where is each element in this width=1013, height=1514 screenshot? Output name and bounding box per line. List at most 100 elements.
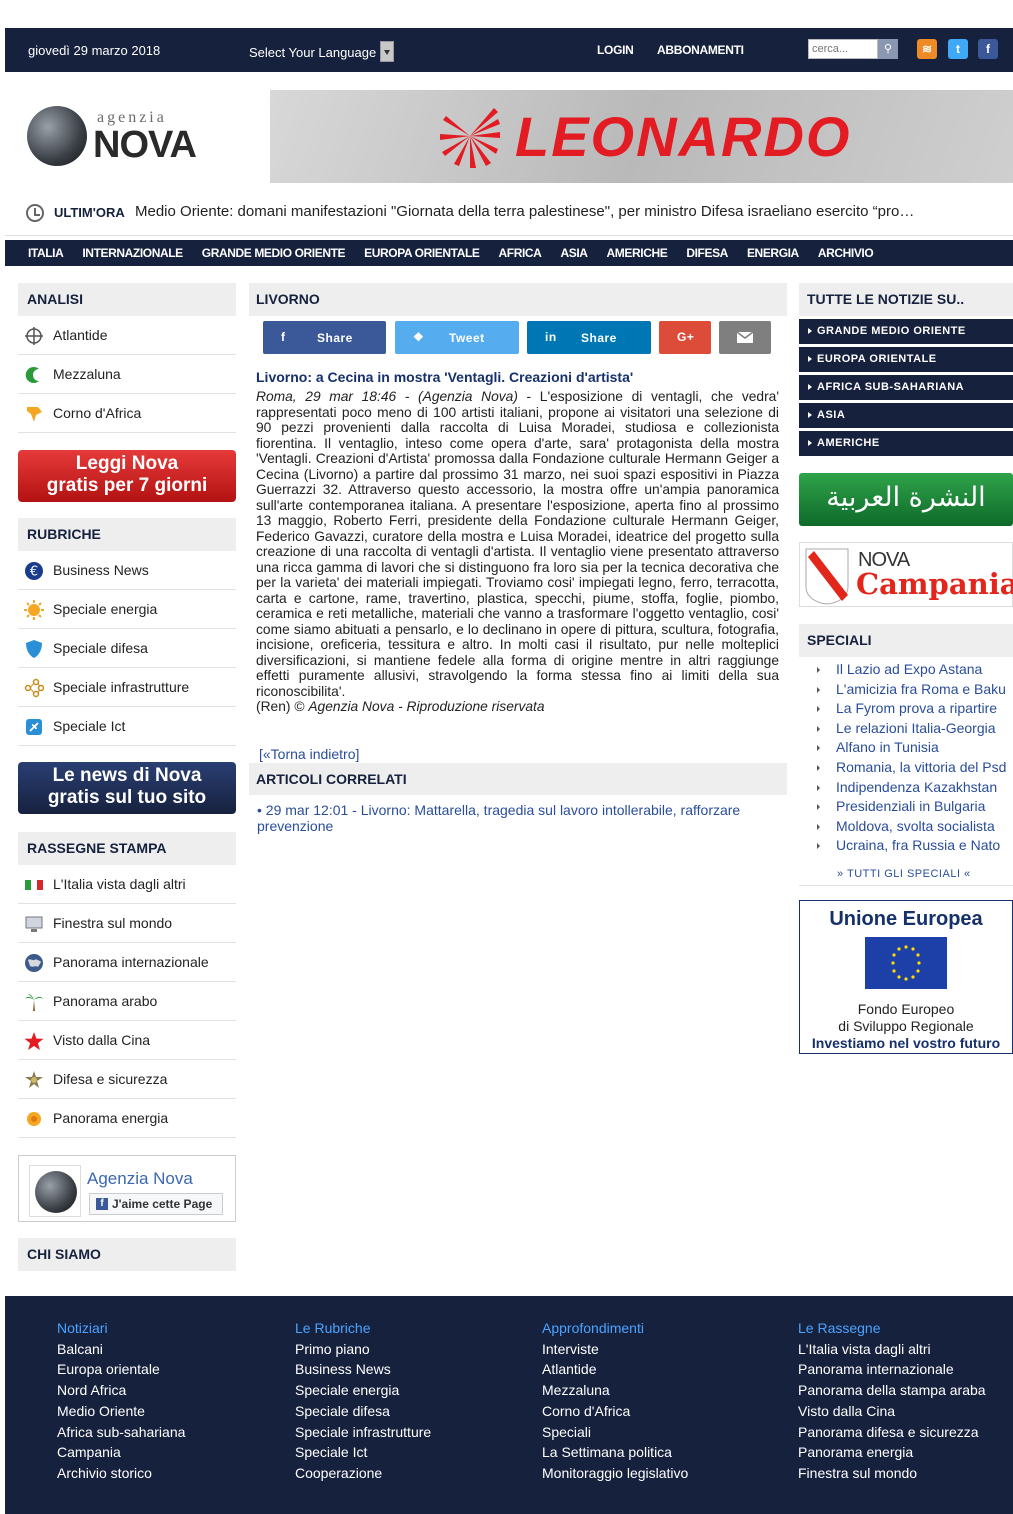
sidebar-item-corno-africa[interactable]: Corno d'Africa [18, 394, 236, 433]
eu-fund-banner[interactable]: Unione Europea Fondo Europeo di Sviluppo… [799, 900, 1013, 1054]
footer-column-title[interactable]: Notiziari [57, 1318, 185, 1339]
twitter-icon[interactable]: t [948, 39, 968, 59]
footer-link[interactable]: Panorama difesa e sicurezza [798, 1422, 986, 1443]
footer-link[interactable]: Campania [57, 1442, 185, 1463]
ticker-headline[interactable]: Medio Oriente: domani manifestazioni "Gi… [135, 203, 995, 220]
nav-item-internazionale[interactable]: INTERNAZIONALE [82, 240, 183, 266]
footer-link[interactable]: Interviste [542, 1339, 688, 1360]
footer-link[interactable]: Atlantide [542, 1359, 688, 1380]
sidebar-item-speciale-infrastrutture[interactable]: Speciale infrastrutture [18, 668, 236, 707]
related-article-link[interactable]: • 29 mar 12:01 - Livorno: Mattarella, tr… [257, 802, 779, 834]
nav-item-italia[interactable]: ITALIA [28, 240, 64, 266]
sidebar-item-panorama-arabo[interactable]: Panorama arabo [18, 982, 236, 1021]
sidebar-item-speciale-ict[interactable]: Speciale Ict [18, 707, 236, 746]
footer-link[interactable]: Panorama della stampa araba [798, 1380, 986, 1401]
speciale-link[interactable]: Il Lazio ad Expo Astana [799, 660, 1013, 680]
globe-logo-icon[interactable] [27, 106, 87, 166]
rss-icon[interactable]: ≋ [917, 39, 937, 59]
speciale-link[interactable]: Indipendenza Kazakhstan [799, 778, 1013, 798]
footer-link[interactable]: Medio Oriente [57, 1401, 185, 1422]
login-link[interactable]: LOGIN [597, 43, 634, 57]
language-selector-label[interactable]: Select Your Language [249, 45, 376, 60]
speciale-link[interactable]: Alfano in Tunisia [799, 738, 1013, 758]
facebook-icon[interactable]: f [978, 39, 998, 59]
footer-link[interactable]: Speciale infrastrutture [295, 1422, 431, 1443]
fb-page-name[interactable]: Agenzia Nova [87, 1169, 193, 1189]
abbonamenti-link[interactable]: ABBONAMENTI [657, 43, 744, 57]
language-dropdown-button[interactable] [380, 41, 394, 62]
nav-item-americhe[interactable]: AMERICHE [607, 240, 668, 266]
footer-link[interactable]: Visto dalla Cina [798, 1401, 986, 1422]
footer-link[interactable]: Africa sub-sahariana [57, 1422, 185, 1443]
region-button-africa-sub-sahariana[interactable]: AFRICA SUB-SAHARIANA [799, 375, 1013, 400]
sidebar-item-speciale-difesa[interactable]: Speciale difesa [18, 629, 236, 668]
search-icon[interactable]: ⚲ [878, 39, 898, 59]
footer-link[interactable]: Corno d'Africa [542, 1401, 688, 1422]
sidebar-item-panorama-internazionale[interactable]: Panorama internazionale [18, 943, 236, 982]
sidebar-item-speciale-energia[interactable]: Speciale energia [18, 590, 236, 629]
speciale-link[interactable]: Ucraina, fra Russia e Nato [799, 836, 1013, 856]
footer-column-title[interactable]: Approfondimenti [542, 1318, 688, 1339]
sidebar-item-finestra-mondo[interactable]: Finestra sul mondo [18, 904, 236, 943]
googleplus-share-button[interactable]: G+ [659, 321, 711, 354]
region-button-asia[interactable]: ASIA [799, 403, 1013, 428]
footer-column-title[interactable]: Le Rassegne [798, 1318, 986, 1339]
sidebar-item-italia-vista[interactable]: L'Italia vista dagli altri [18, 865, 236, 904]
search-input[interactable] [808, 39, 878, 59]
region-button-grande-medio-oriente[interactable]: GRANDE MEDIO ORIENTE [799, 319, 1013, 344]
footer-link[interactable]: Speciale Ict [295, 1442, 431, 1463]
nav-item-europa-orientale[interactable]: EUROPA ORIENTALE [364, 240, 480, 266]
footer-link[interactable]: Mezzaluna [542, 1380, 688, 1401]
footer-column-title[interactable]: Le Rubriche [295, 1318, 431, 1339]
arabic-news-banner[interactable]: النشرة العربية [799, 473, 1013, 526]
nova-campania-banner[interactable]: NOVA Campania [799, 542, 1013, 607]
speciale-link[interactable]: Presidenziali in Bulgaria [799, 797, 1013, 817]
footer-link[interactable]: Nord Africa [57, 1380, 185, 1401]
footer-link[interactable]: Balcani [57, 1339, 185, 1360]
nav-item-africa[interactable]: AFRICA [499, 240, 542, 266]
sidebar-item-mezzaluna[interactable]: Mezzaluna [18, 355, 236, 394]
nav-item-asia[interactable]: ASIA [560, 240, 587, 266]
sidebar-item-visto-cina[interactable]: Visto dalla Cina [18, 1021, 236, 1060]
leonardo-banner[interactable]: LEONARDO [270, 90, 1013, 183]
footer-link[interactable]: Monitoraggio legislativo [542, 1463, 688, 1484]
nav-item-archivio[interactable]: ARCHIVIO [818, 240, 874, 266]
nav-item-energia[interactable]: ENERGIA [747, 240, 799, 266]
footer-link[interactable]: Speciali [542, 1422, 688, 1443]
back-link[interactable]: [«Torna indietro] [259, 746, 359, 762]
sidebar-item-business-news[interactable]: € Business News [18, 551, 236, 590]
nav-item-difesa[interactable]: DIFESA [686, 240, 728, 266]
region-button-europa-orientale[interactable]: EUROPA ORIENTALE [799, 347, 1013, 372]
email-share-button[interactable] [719, 321, 771, 354]
fb-like-button[interactable]: f J'aime cette Page [89, 1193, 223, 1215]
linkedin-share-button[interactable]: in Share [527, 321, 651, 354]
speciale-link[interactable]: L'amicizia fra Roma e Baku [799, 680, 1013, 700]
speciale-link[interactable]: Moldova, svolta socialista [799, 817, 1013, 837]
footer-link[interactable]: L'Italia vista dagli altri [798, 1339, 986, 1360]
speciale-link[interactable]: Romania, la vittoria del Psd [799, 758, 1013, 778]
footer-link[interactable]: Speciale energia [295, 1380, 431, 1401]
chi-siamo-link[interactable]: CHI SIAMO [18, 1238, 236, 1271]
footer-link[interactable]: Finestra sul mondo [798, 1463, 986, 1484]
speciale-link[interactable]: La Fyrom prova a ripartire [799, 699, 1013, 719]
leggi-nova-promo-button[interactable]: Leggi Nova gratis per 7 giorni [18, 450, 236, 502]
logo-nova-text[interactable]: NOVA [93, 124, 197, 167]
footer-link[interactable]: Europa orientale [57, 1359, 185, 1380]
footer-link[interactable]: Speciale difesa [295, 1401, 431, 1422]
footer-link[interactable]: Panorama energia [798, 1442, 986, 1463]
news-nova-sito-promo-button[interactable]: Le news di Nova gratis sul tuo sito [18, 762, 236, 814]
nav-item-grande-medio-oriente[interactable]: GRANDE MEDIO ORIENTE [202, 240, 346, 266]
region-button-americhe[interactable]: AMERICHE [799, 431, 1013, 456]
sidebar-item-atlantide[interactable]: Atlantide [18, 316, 236, 355]
footer-link[interactable]: Primo piano [295, 1339, 431, 1360]
sidebar-item-panorama-energia[interactable]: Panorama energia [18, 1099, 236, 1138]
footer-link[interactable]: Archivio storico [57, 1463, 185, 1484]
facebook-page-widget[interactable]: Agenzia Nova f J'aime cette Page [18, 1155, 236, 1222]
facebook-share-button[interactable]: f Share [263, 321, 386, 354]
footer-link[interactable]: Panorama internazionale [798, 1359, 986, 1380]
twitter-share-button[interactable]: ❖ Tweet [395, 321, 519, 354]
all-speciali-link[interactable]: » TUTTI GLI SPECIALI « [799, 868, 1013, 880]
sidebar-item-difesa-sicurezza[interactable]: Difesa e sicurezza [18, 1060, 236, 1099]
footer-link[interactable]: La Settimana politica [542, 1442, 688, 1463]
footer-link[interactable]: Business News [295, 1359, 431, 1380]
